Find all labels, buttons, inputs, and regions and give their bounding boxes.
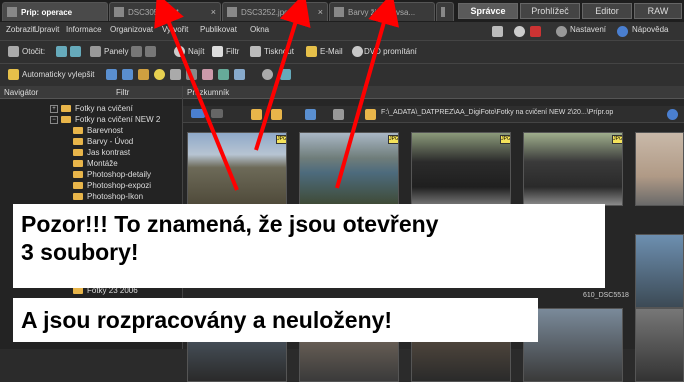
arrow-to-tab-1 (154, 0, 239, 191)
warning-line-1: Pozor!!! To znamená, že jsou otevřeny (21, 211, 439, 237)
unsaved-callout: A jsou rozpracovány a neuloženy! (13, 298, 538, 342)
unsaved-line: A jsou rozpracovány a neuloženy! (21, 307, 393, 333)
warning-line-2: 3 soubory! (21, 239, 139, 265)
annotation-arrows (154, 0, 400, 191)
warning-callout: Pozor!!! To znamená, že jsou otevřeny 3 … (13, 204, 605, 288)
arrow-to-tab-3 (335, 0, 400, 189)
arrow-to-tab-2 (254, 0, 311, 151)
